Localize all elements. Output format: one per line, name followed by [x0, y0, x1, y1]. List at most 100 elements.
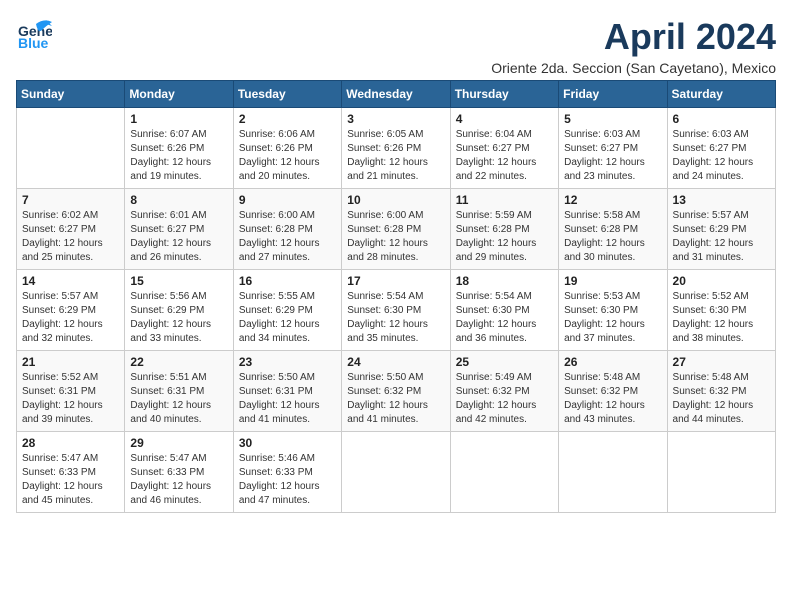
- calendar-day-cell: 10 Sunrise: 6:00 AMSunset: 6:28 PMDayligh…: [342, 189, 450, 270]
- calendar-day-cell: 2 Sunrise: 6:06 AMSunset: 6:26 PMDaylight…: [233, 108, 341, 189]
- day-sun-info: Sunrise: 5:52 AMSunset: 6:30 PMDaylight:…: [673, 290, 770, 346]
- day-number: 27: [673, 355, 770, 369]
- day-number: 3: [347, 112, 444, 126]
- day-number: 15: [130, 274, 227, 288]
- logo: General Blue: [16, 16, 52, 57]
- day-sun-info: Sunrise: 6:05 AMSunset: 6:26 PMDaylight:…: [347, 128, 444, 184]
- day-number: 12: [564, 193, 661, 207]
- calendar-day-cell: 18 Sunrise: 5:54 AMSunset: 6:30 PMDayligh…: [450, 270, 558, 351]
- day-sun-info: Sunrise: 5:51 AMSunset: 6:31 PMDaylight:…: [130, 371, 227, 427]
- location-subtitle: Oriente 2da. Seccion (San Cayetano), Mex…: [491, 60, 776, 76]
- calendar-day-cell: 4Sunrise: 6:04 AMSunset: 6:27 PMDaylight…: [450, 108, 558, 189]
- day-number: 11: [456, 193, 553, 207]
- calendar-day-cell: 16 Sunrise: 5:55 AMSunset: 6:29 PMDayligh…: [233, 270, 341, 351]
- day-sun-info: Sunrise: 5:54 AMSunset: 6:30 PMDaylight:…: [347, 290, 444, 346]
- day-sun-info: Sunrise: 6:00 AMSunset: 6:28 PMDaylight:…: [239, 209, 336, 265]
- calendar-table: SundayMondayTuesdayWednesdayThursdayFrid…: [16, 80, 776, 513]
- calendar-day-cell: 28Sunrise: 5:47 AMSunset: 6:33 PMDayligh…: [17, 432, 125, 513]
- day-number: 5: [564, 112, 661, 126]
- day-number: 18: [456, 274, 553, 288]
- calendar-day-cell: 26Sunrise: 5:48 AMSunset: 6:32 PMDayligh…: [559, 351, 667, 432]
- day-sun-info: Sunrise: 5:49 AMSunset: 6:32 PMDaylight:…: [456, 371, 553, 427]
- weekday-header-monday: Monday: [125, 81, 233, 108]
- day-sun-info: Sunrise: 5:59 AMSunset: 6:28 PMDaylight:…: [456, 209, 553, 265]
- day-sun-info: Sunrise: 5:47 AMSunset: 6:33 PMDaylight:…: [130, 452, 227, 508]
- calendar-day-cell: 17 Sunrise: 5:54 AMSunset: 6:30 PMDayligh…: [342, 270, 450, 351]
- calendar-day-cell: 7 Sunrise: 6:02 AMSunset: 6:27 PMDaylight…: [17, 189, 125, 270]
- calendar-week-row: 14 Sunrise: 5:57 AMSunset: 6:29 PMDayligh…: [17, 270, 776, 351]
- calendar-week-row: 7 Sunrise: 6:02 AMSunset: 6:27 PMDaylight…: [17, 189, 776, 270]
- day-sun-info: Sunrise: 5:54 AMSunset: 6:30 PMDaylight:…: [456, 290, 553, 346]
- calendar-day-cell: 1 Sunrise: 6:07 AMSunset: 6:26 PMDaylight…: [125, 108, 233, 189]
- calendar-day-cell: 24 Sunrise: 5:50 AMSunset: 6:32 PMDayligh…: [342, 351, 450, 432]
- title-block: April 2024 Oriente 2da. Seccion (San Cay…: [491, 16, 776, 76]
- weekday-header-sunday: Sunday: [17, 81, 125, 108]
- weekday-header-thursday: Thursday: [450, 81, 558, 108]
- day-sun-info: Sunrise: 6:07 AMSunset: 6:26 PMDaylight:…: [130, 128, 227, 184]
- calendar-week-row: 28Sunrise: 5:47 AMSunset: 6:33 PMDayligh…: [17, 432, 776, 513]
- calendar-day-cell: 8 Sunrise: 6:01 AMSunset: 6:27 PMDaylight…: [125, 189, 233, 270]
- logo-icon: General Blue: [16, 16, 52, 52]
- day-number: 25: [456, 355, 553, 369]
- day-sun-info: Sunrise: 5:55 AMSunset: 6:29 PMDaylight:…: [239, 290, 336, 346]
- calendar-day-cell: 22 Sunrise: 5:51 AMSunset: 6:31 PMDayligh…: [125, 351, 233, 432]
- calendar-day-cell: 29 Sunrise: 5:47 AMSunset: 6:33 PMDayligh…: [125, 432, 233, 513]
- day-number: 2: [239, 112, 336, 126]
- day-number: 9: [239, 193, 336, 207]
- day-sun-info: Sunrise: 5:52 AMSunset: 6:31 PMDaylight:…: [22, 371, 119, 427]
- day-sun-info: Sunrise: 5:57 AMSunset: 6:29 PMDaylight:…: [22, 290, 119, 346]
- day-sun-info: Sunrise: 6:03 AMSunset: 6:27 PMDaylight:…: [564, 128, 661, 184]
- day-number: 29: [130, 436, 227, 450]
- day-number: 13: [673, 193, 770, 207]
- month-title: April 2024: [491, 16, 776, 58]
- day-sun-info: Sunrise: 5:46 AMSunset: 6:33 PMDaylight:…: [239, 452, 336, 508]
- day-sun-info: Sunrise: 6:00 AMSunset: 6:28 PMDaylight:…: [347, 209, 444, 265]
- day-number: 21: [22, 355, 119, 369]
- weekday-header-friday: Friday: [559, 81, 667, 108]
- calendar-day-cell: 23Sunrise: 5:50 AMSunset: 6:31 PMDayligh…: [233, 351, 341, 432]
- day-sun-info: Sunrise: 5:57 AMSunset: 6:29 PMDaylight:…: [673, 209, 770, 265]
- day-number: 17: [347, 274, 444, 288]
- day-number: 26: [564, 355, 661, 369]
- day-sun-info: Sunrise: 5:56 AMSunset: 6:29 PMDaylight:…: [130, 290, 227, 346]
- day-sun-info: Sunrise: 6:02 AMSunset: 6:27 PMDaylight:…: [22, 209, 119, 265]
- day-number: 16: [239, 274, 336, 288]
- day-number: 10: [347, 193, 444, 207]
- weekday-header-wednesday: Wednesday: [342, 81, 450, 108]
- day-number: 6: [673, 112, 770, 126]
- calendar-day-cell: 14 Sunrise: 5:57 AMSunset: 6:29 PMDayligh…: [17, 270, 125, 351]
- calendar-day-cell: 21 Sunrise: 5:52 AMSunset: 6:31 PMDayligh…: [17, 351, 125, 432]
- day-number: 7: [22, 193, 119, 207]
- day-number: 30: [239, 436, 336, 450]
- day-number: 8: [130, 193, 227, 207]
- day-sun-info: Sunrise: 6:04 AMSunset: 6:27 PMDaylight:…: [456, 128, 553, 184]
- day-sun-info: Sunrise: 5:50 AMSunset: 6:32 PMDaylight:…: [347, 371, 444, 427]
- calendar-day-cell: 27Sunrise: 5:48 AMSunset: 6:32 PMDayligh…: [667, 351, 775, 432]
- calendar-day-cell: [342, 432, 450, 513]
- calendar-day-cell: [559, 432, 667, 513]
- day-number: 14: [22, 274, 119, 288]
- weekday-header-saturday: Saturday: [667, 81, 775, 108]
- svg-text:Blue: Blue: [18, 35, 49, 51]
- day-number: 24: [347, 355, 444, 369]
- day-sun-info: Sunrise: 6:01 AMSunset: 6:27 PMDaylight:…: [130, 209, 227, 265]
- day-sun-info: Sunrise: 5:47 AMSunset: 6:33 PMDaylight:…: [22, 452, 119, 508]
- calendar-day-cell: [450, 432, 558, 513]
- calendar-day-cell: 3 Sunrise: 6:05 AMSunset: 6:26 PMDaylight…: [342, 108, 450, 189]
- day-sun-info: Sunrise: 6:06 AMSunset: 6:26 PMDaylight:…: [239, 128, 336, 184]
- calendar-day-cell: 15 Sunrise: 5:56 AMSunset: 6:29 PMDayligh…: [125, 270, 233, 351]
- calendar-day-cell: 5 Sunrise: 6:03 AMSunset: 6:27 PMDaylight…: [559, 108, 667, 189]
- weekday-header-tuesday: Tuesday: [233, 81, 341, 108]
- day-number: 23: [239, 355, 336, 369]
- calendar-day-cell: 12 Sunrise: 5:58 AMSunset: 6:28 PMDayligh…: [559, 189, 667, 270]
- calendar-day-cell: 9 Sunrise: 6:00 AMSunset: 6:28 PMDaylight…: [233, 189, 341, 270]
- calendar-day-cell: 25 Sunrise: 5:49 AMSunset: 6:32 PMDayligh…: [450, 351, 558, 432]
- calendar-day-cell: [17, 108, 125, 189]
- calendar-day-cell: 13 Sunrise: 5:57 AMSunset: 6:29 PMDayligh…: [667, 189, 775, 270]
- calendar-day-cell: 30 Sunrise: 5:46 AMSunset: 6:33 PMDayligh…: [233, 432, 341, 513]
- day-number: 1: [130, 112, 227, 126]
- day-sun-info: Sunrise: 5:58 AMSunset: 6:28 PMDaylight:…: [564, 209, 661, 265]
- day-number: 19: [564, 274, 661, 288]
- calendar-week-row: 1 Sunrise: 6:07 AMSunset: 6:26 PMDaylight…: [17, 108, 776, 189]
- day-number: 22: [130, 355, 227, 369]
